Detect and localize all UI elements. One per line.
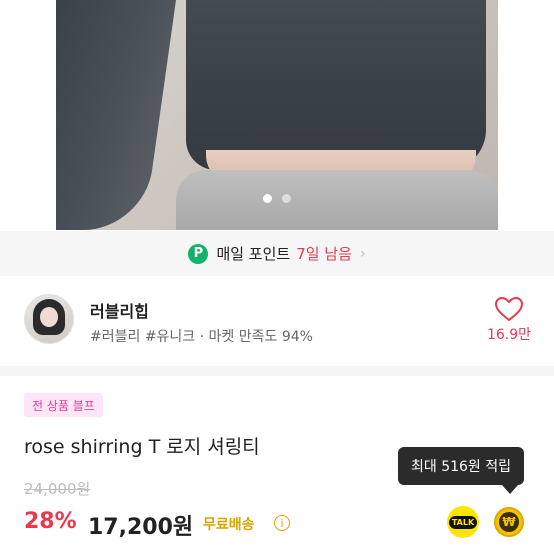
- points-label: 매일 포인트: [216, 245, 291, 263]
- talk-icon: TALK: [448, 515, 478, 529]
- shop-info[interactable]: 러블리힙 #러블리 #유니크 · 마켓 만족도 94% 16.9만: [0, 276, 554, 366]
- points-icon: P: [188, 243, 209, 264]
- shop-name[interactable]: 러블리힙: [90, 298, 149, 322]
- chevron-right-icon: ›: [359, 245, 366, 262]
- promo-badge: 전 상품 블프: [24, 393, 103, 417]
- image-top: [186, 0, 486, 170]
- shop-tags: #러블리 #유니크 · 마켓 만족도 94%: [90, 329, 313, 345]
- discount-rate: 28%: [24, 509, 77, 534]
- section-divider: [0, 366, 554, 376]
- shop-avatar[interactable]: [24, 294, 74, 344]
- info-icon[interactable]: i: [274, 515, 290, 531]
- product-image[interactable]: [56, 0, 498, 230]
- free-shipping-label: 무료배송: [203, 517, 255, 533]
- points-days-left: 7일 남음: [296, 245, 352, 263]
- reward-tooltip: 최대 516원 적립: [398, 447, 524, 485]
- tooltip-tail: [502, 485, 518, 494]
- gallery-dot-1[interactable]: [263, 194, 272, 203]
- product-title: rose shirring T 로지 셔링티: [24, 436, 260, 458]
- won-icon: ₩: [499, 512, 519, 532]
- reward-won-button[interactable]: ₩: [494, 507, 524, 537]
- heart-icon[interactable]: [494, 296, 524, 322]
- like-count: 16.9만: [486, 327, 532, 343]
- daily-points-banner[interactable]: P 매일 포인트 7일 남음 ›: [0, 231, 554, 276]
- avatar-face: [40, 307, 58, 327]
- gallery-dot-2[interactable]: [282, 194, 291, 203]
- original-price: 24,000원: [24, 480, 91, 498]
- kakao-talk-button[interactable]: TALK: [447, 506, 479, 538]
- sale-price: 17,200원: [88, 515, 194, 540]
- gallery-indicator: [56, 194, 498, 203]
